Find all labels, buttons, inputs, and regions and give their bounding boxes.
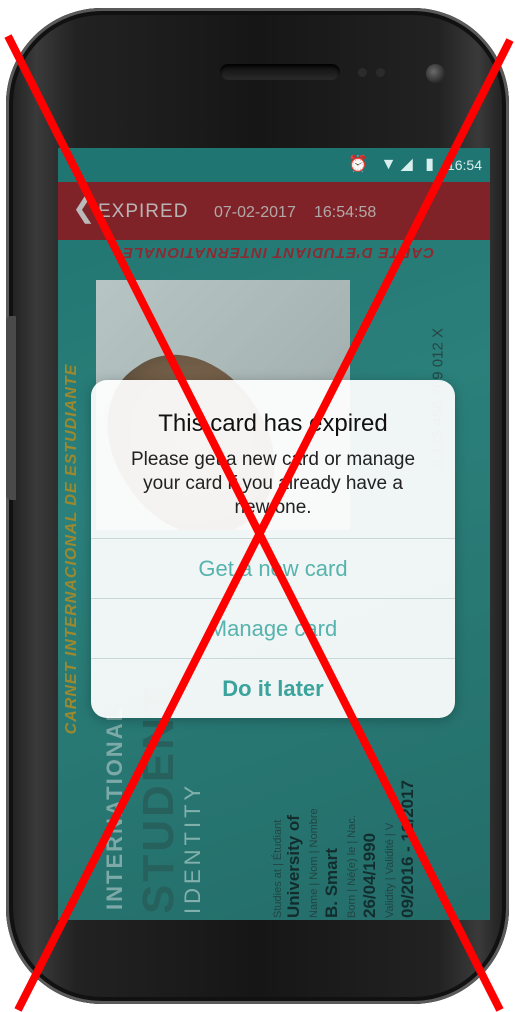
red-cross-mark [4,34,514,1012]
cross-stroke-2 [14,38,514,1012]
cross-stroke-1 [4,34,504,1012]
